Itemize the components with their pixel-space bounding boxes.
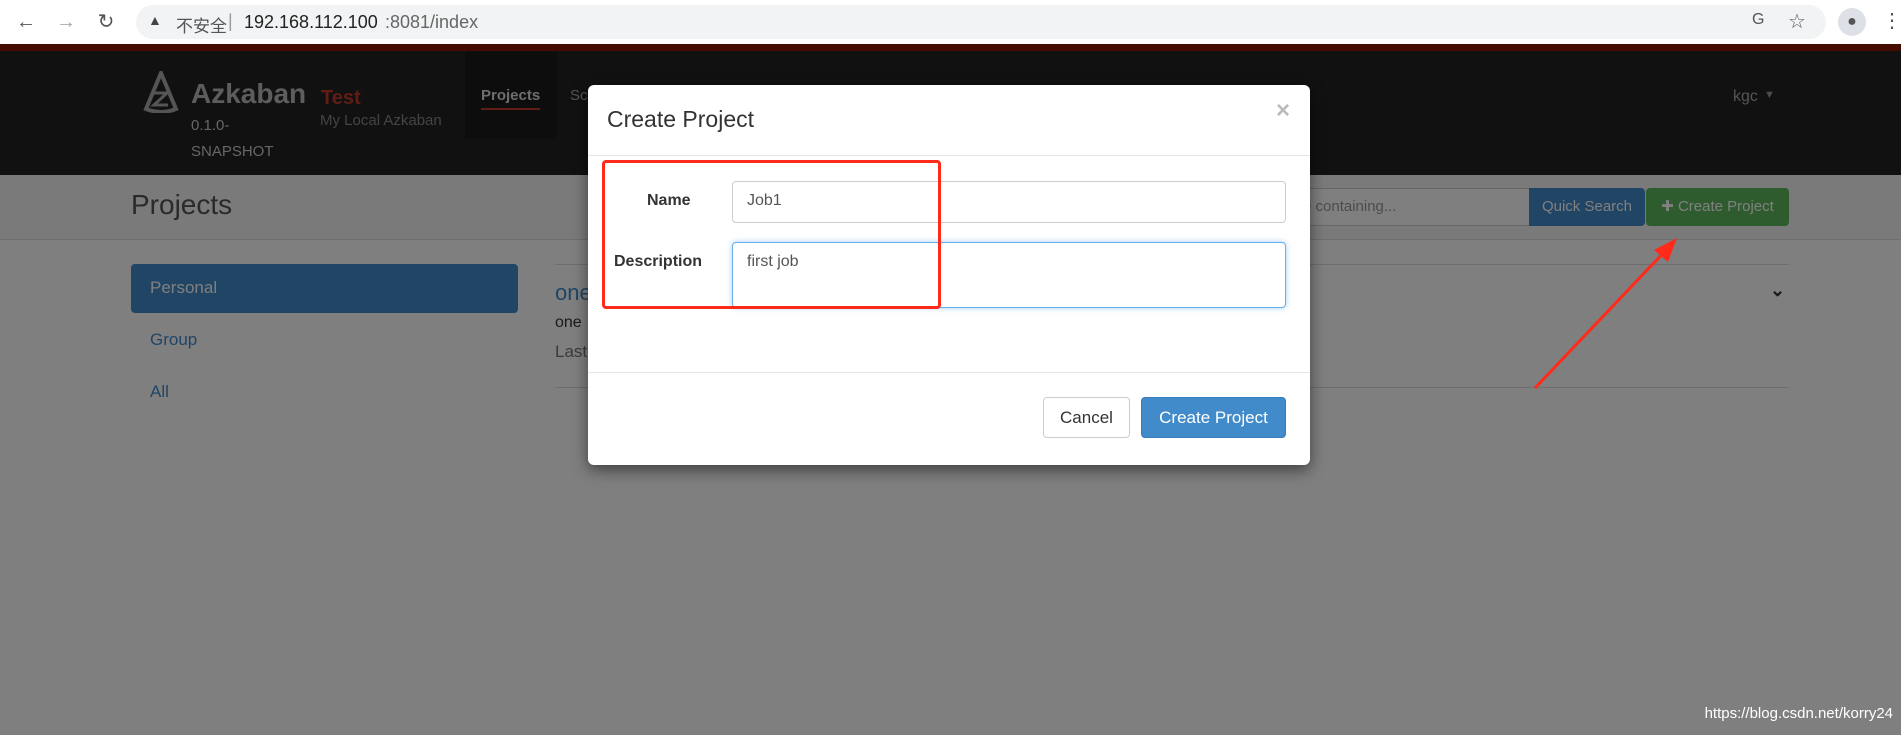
menu-icon[interactable]: ⋮ — [1882, 8, 1901, 33]
close-icon[interactable]: × — [1276, 97, 1290, 125]
divider — [588, 155, 1310, 156]
translate-icon[interactable]: G — [1752, 11, 1764, 29]
cancel-button[interactable]: Cancel — [1043, 397, 1130, 438]
profile-avatar[interactable]: ● — [1838, 8, 1866, 36]
star-icon[interactable]: ☆ — [1788, 9, 1806, 34]
watermark: https://blog.csdn.net/korry24 — [1704, 705, 1893, 722]
divider — [588, 372, 1310, 373]
modal-title: Create Project — [607, 106, 755, 132]
address-bar[interactable]: ▲ 不安全 | 192.168.112.100 :8081/index G ☆ — [136, 5, 1826, 39]
submit-create-project-button[interactable]: Create Project — [1141, 397, 1286, 438]
warning-icon: ▲ — [148, 12, 162, 28]
url-path: :8081/index — [385, 12, 479, 32]
back-icon[interactable]: ← — [12, 8, 40, 36]
annotation-highlight-box — [602, 160, 941, 309]
forward-icon[interactable]: → — [52, 8, 80, 36]
browser-toolbar: ← → ↻ ▲ 不安全 | 192.168.112.100 :8081/inde… — [0, 0, 1901, 44]
reload-icon[interactable]: ↻ — [92, 8, 120, 36]
security-label: 不安全 — [176, 17, 227, 36]
url-host: 192.168.112.100 — [244, 12, 378, 32]
